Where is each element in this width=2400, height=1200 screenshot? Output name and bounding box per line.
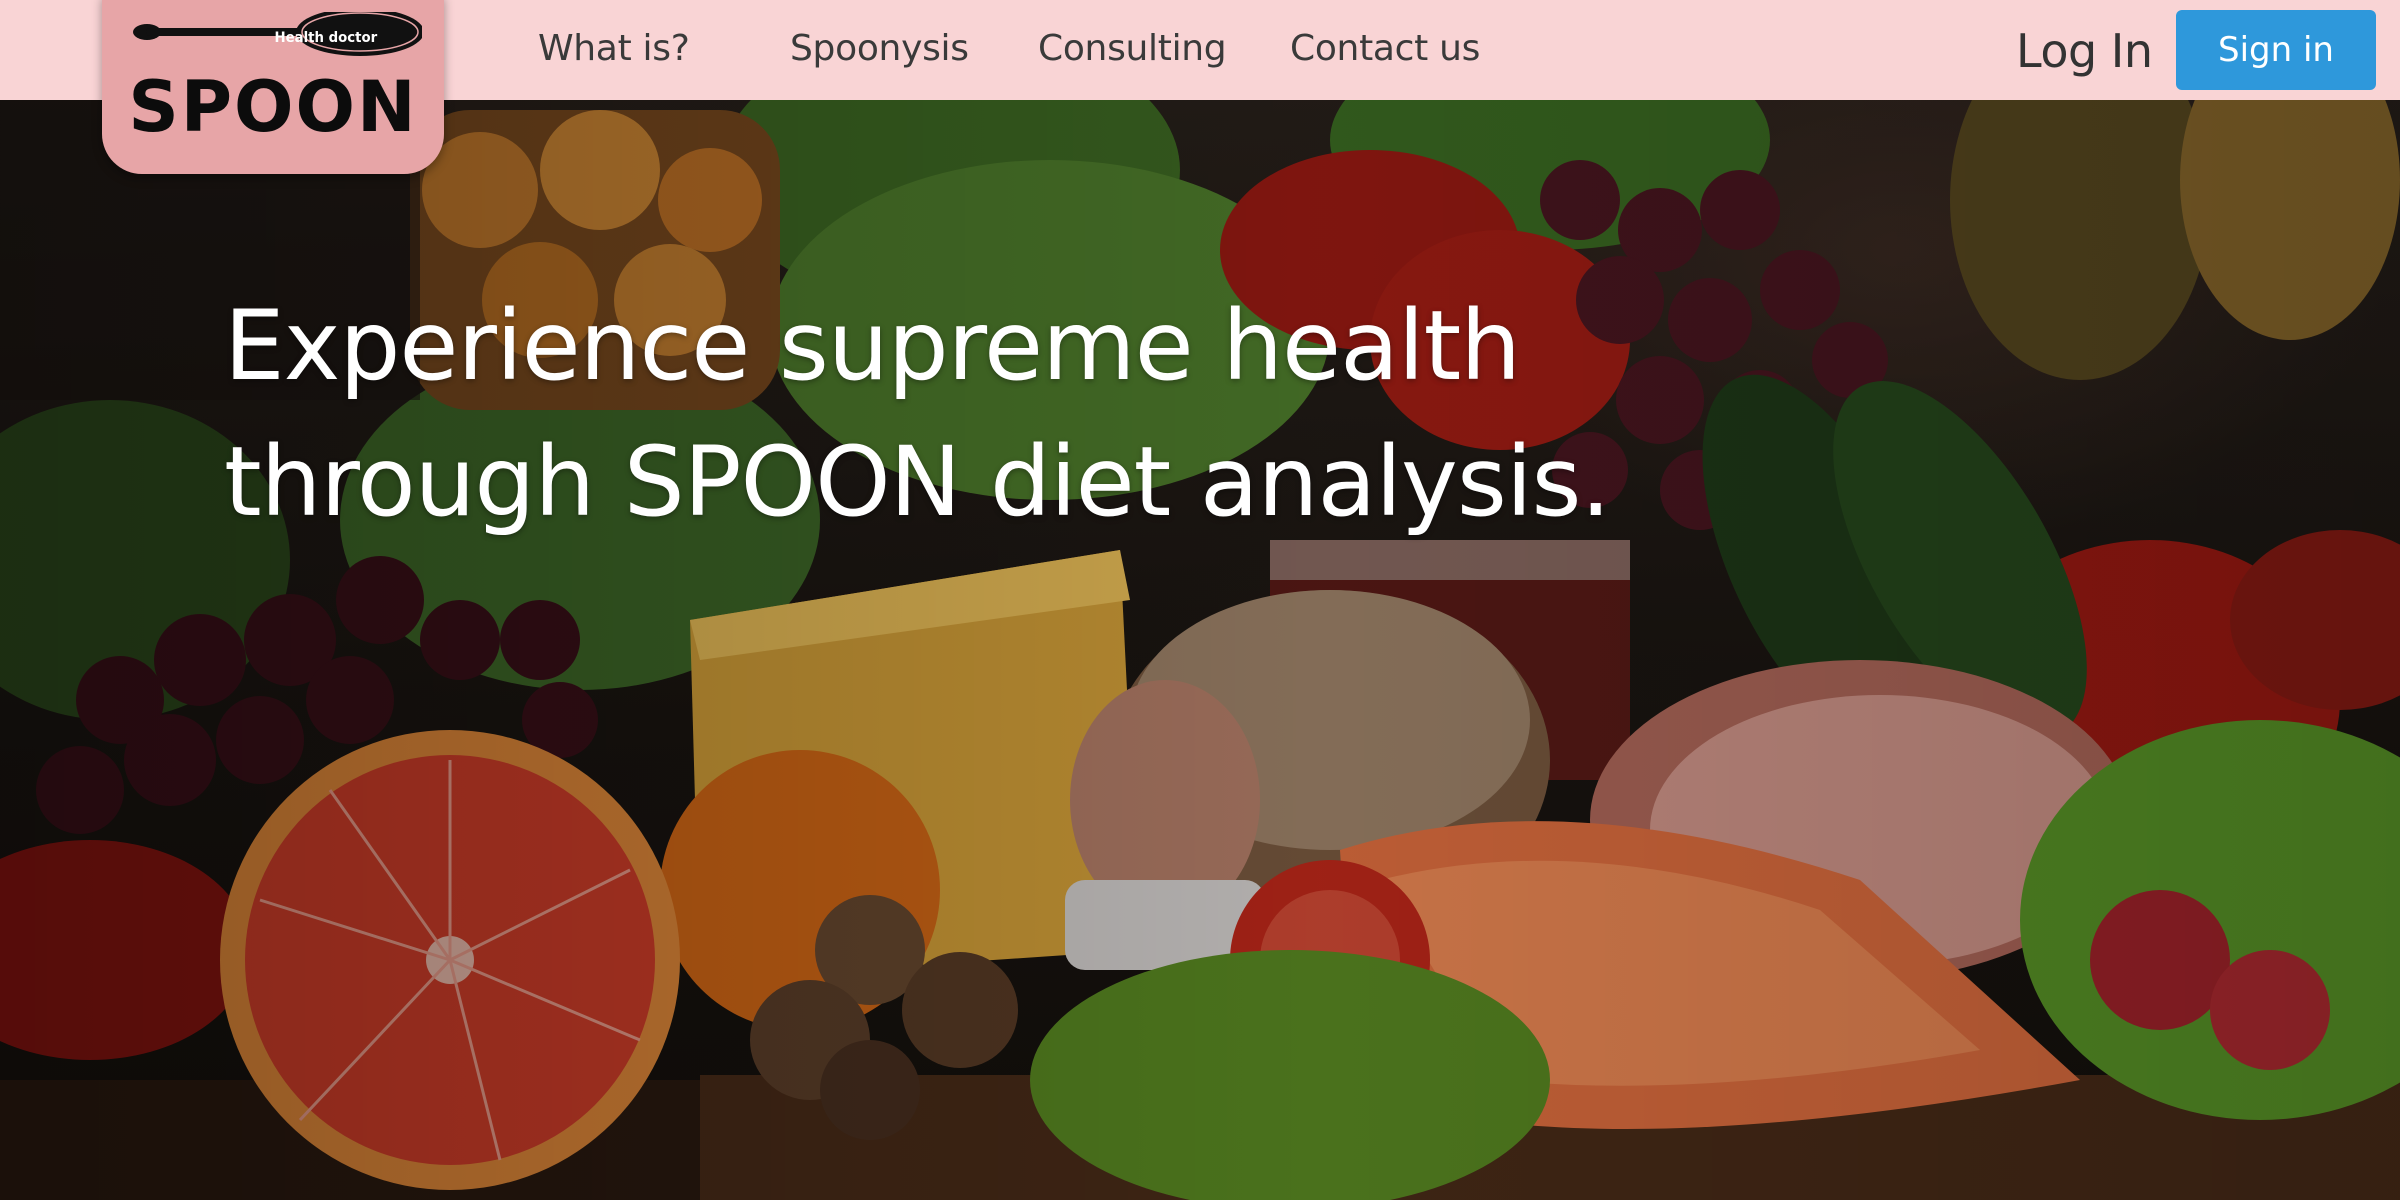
nav-link-contact-us[interactable]: Contact us [1290,28,1480,69]
hero-headline-line-2: through SPOON diet analysis. [224,426,1611,538]
nav-link-spoonysis[interactable]: Spoonysis [790,28,969,69]
hero-background [0,0,2400,1200]
hero-headline: Experience supreme health through SPOON … [224,278,1724,550]
brand-tagline: Health doctor [274,30,378,46]
hero-headline-line-1: Experience supreme health [224,290,1521,402]
nav-link-what-is[interactable]: What is? [538,28,690,69]
signin-button[interactable]: Sign in [2176,10,2376,90]
nav-link-consulting[interactable]: Consulting [1038,28,1227,69]
hero-dark-overlay [0,0,2400,1200]
brand-name: SPOON [128,66,418,148]
brand-logo[interactable]: Health doctor SPOON [102,0,444,174]
top-navbar: Health doctor SPOON What is? Spoonysis C… [0,0,2400,174]
login-link[interactable]: Log In [2016,24,2153,78]
